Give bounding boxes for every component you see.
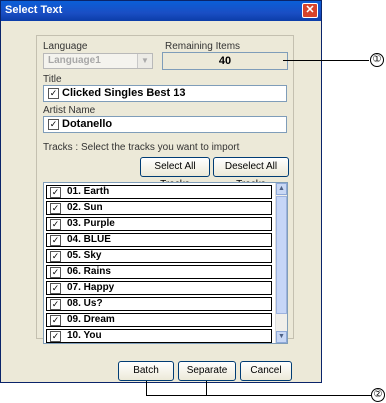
language-value: Language1 [48, 55, 101, 66]
cancel-button[interactable]: Cancel [240, 361, 292, 381]
track-name: 02. Sun [67, 202, 103, 213]
track-list[interactable]: ✓ 01. Earth ✓ 02. Sun ✓ 03. Purple ✓ 04.… [43, 182, 288, 344]
callout-1-marker: ① [370, 53, 384, 67]
callout-2-leader [146, 395, 371, 396]
track-name: 06. Rains [67, 266, 111, 277]
title-bar[interactable]: Select Text ✕ [1, 1, 321, 21]
artist-field[interactable]: ✓ Dotanello [43, 116, 287, 133]
track-checkbox[interactable]: ✓ [50, 331, 61, 342]
track-row[interactable]: ✓ 09. Dream [46, 313, 272, 327]
track-checkbox[interactable]: ✓ [50, 203, 61, 214]
scroll-thumb[interactable] [276, 196, 287, 314]
scroll-up-icon[interactable]: ▲ [276, 183, 287, 195]
track-checkbox[interactable]: ✓ [50, 219, 61, 230]
scroll-down-icon[interactable]: ▼ [276, 331, 287, 343]
track-row[interactable]: ✓ 08. Us? [46, 297, 272, 311]
select-all-tracks-button[interactable]: Select All Tracks [140, 157, 210, 190]
artist-label: Artist Name [43, 105, 96, 116]
batch-button[interactable]: Batch [118, 361, 174, 381]
title-checkbox[interactable]: ✓ [48, 88, 59, 99]
tracks-instruction: Tracks : Select the tracks you want to i… [43, 142, 240, 153]
track-name: 04. BLUE [67, 234, 111, 245]
track-name: 09. Dream [67, 314, 115, 325]
artist-checkbox[interactable]: ✓ [48, 119, 59, 130]
artist-value: Dotanello [62, 118, 113, 130]
track-row[interactable]: ✓ 02. Sun [46, 201, 272, 215]
title-label: Title [43, 74, 62, 85]
remaining-items-field: 40 [162, 52, 288, 70]
track-row[interactable]: ✓ 03. Purple [46, 217, 272, 231]
callout-2-leader-a [146, 381, 147, 396]
track-row[interactable]: ✓ 05. Sky [46, 249, 272, 263]
callout-2-marker: ② [371, 388, 385, 402]
callout-2-leader-b [206, 381, 207, 396]
close-button[interactable]: ✕ [302, 3, 318, 18]
track-row[interactable]: ✓ 10. You [46, 329, 272, 343]
callout-1-leader [283, 60, 369, 61]
remaining-items-label: Remaining Items [165, 41, 241, 52]
track-row[interactable]: ✓ 06. Rains [46, 265, 272, 279]
track-name: 01. Earth [67, 186, 110, 197]
track-checkbox[interactable]: ✓ [50, 283, 61, 294]
language-select[interactable]: Language1 ▼ [43, 53, 153, 69]
remaining-items-value: 40 [218, 55, 232, 67]
track-name: 08. Us? [67, 298, 103, 309]
track-row[interactable]: ✓ 01. Earth [46, 185, 272, 199]
track-checkbox[interactable]: ✓ [50, 315, 61, 326]
chevron-down-icon: ▼ [137, 54, 152, 68]
track-checkbox[interactable]: ✓ [50, 235, 61, 246]
track-checkbox[interactable]: ✓ [50, 251, 61, 262]
language-label: Language [43, 41, 88, 52]
track-name: 07. Happy [67, 282, 115, 293]
title-value: Clicked Singles Best 13 [62, 87, 186, 99]
track-row[interactable]: ✓ 04. BLUE [46, 233, 272, 247]
close-icon: ✕ [305, 4, 315, 16]
track-checkbox[interactable]: ✓ [50, 187, 61, 198]
dialog-title: Select Text [5, 4, 63, 16]
deselect-all-tracks-button[interactable]: Deselect All Tracks [213, 157, 289, 190]
track-name: 03. Purple [67, 218, 115, 229]
track-name: 05. Sky [67, 250, 102, 261]
separate-button[interactable]: Separate [178, 361, 236, 381]
title-field[interactable]: ✓ Clicked Singles Best 13 [43, 85, 287, 102]
track-checkbox[interactable]: ✓ [50, 299, 61, 310]
track-checkbox[interactable]: ✓ [50, 267, 61, 278]
track-list-scrollbar[interactable]: ▲ ▼ [275, 183, 287, 343]
track-name: 10. You [67, 330, 102, 341]
track-row[interactable]: ✓ 07. Happy [46, 281, 272, 295]
